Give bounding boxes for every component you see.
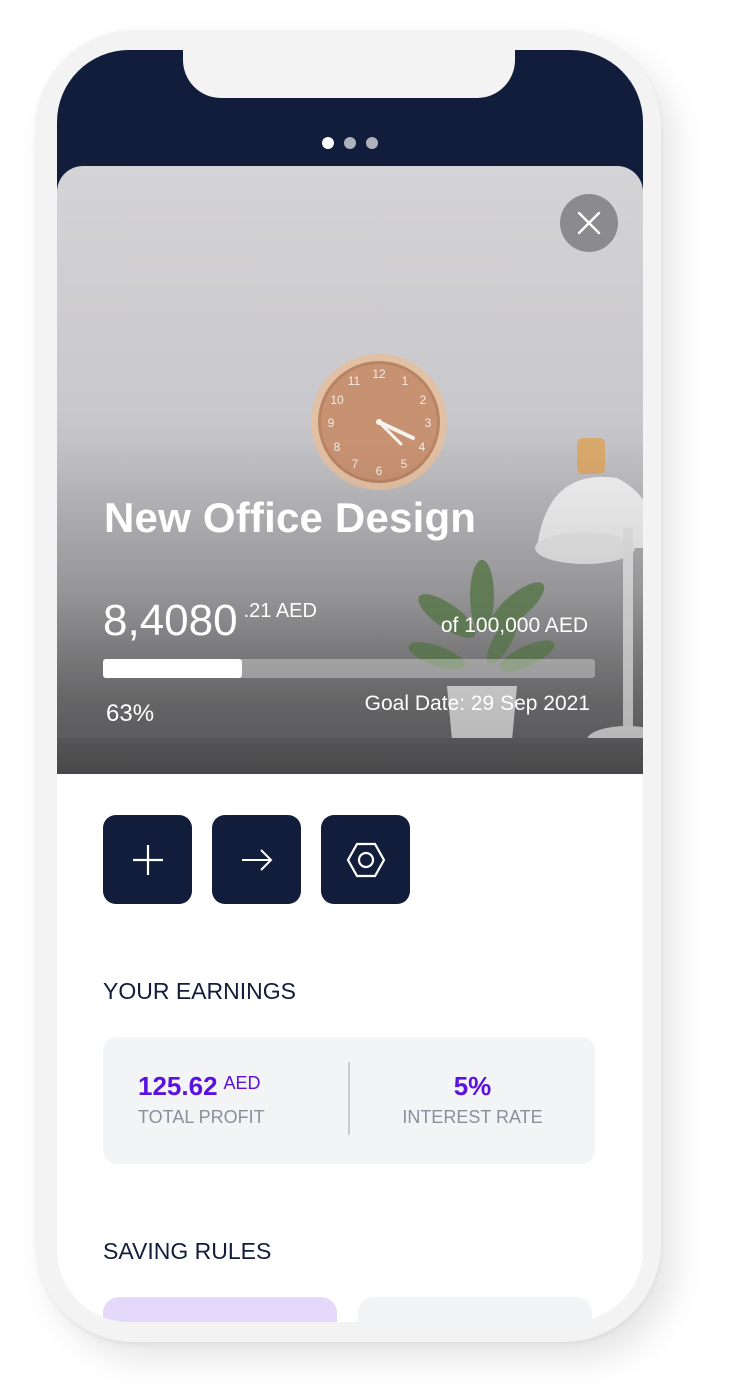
saving-rules-heading: SAVING RULES bbox=[103, 1238, 272, 1264]
goal-target: of 100,000 AED bbox=[440, 614, 588, 637]
total-profit-label: TOTAL PROFIT bbox=[138, 1107, 265, 1127]
app-screen: 1212 345 678 91011 bbox=[57, 50, 643, 1322]
page-dot-3[interactable] bbox=[366, 137, 378, 149]
settings-button[interactable] bbox=[321, 815, 410, 904]
plus-icon bbox=[132, 844, 163, 875]
goal-title: New Office Design bbox=[104, 494, 477, 541]
close-icon bbox=[577, 211, 601, 235]
page-dot-1[interactable] bbox=[322, 137, 334, 149]
saved-amount-main: 8,4080 bbox=[103, 596, 238, 645]
goal-actions bbox=[103, 815, 410, 904]
arrow-right-icon bbox=[241, 848, 272, 871]
hero-gradient-overlay bbox=[57, 166, 643, 774]
saved-amount-fraction: .21 AED bbox=[243, 600, 317, 622]
page-indicator bbox=[57, 137, 643, 151]
page-dot-2[interactable] bbox=[344, 137, 356, 149]
saving-rule-card[interactable] bbox=[358, 1297, 592, 1322]
earnings-heading: YOUR EARNINGS bbox=[103, 978, 296, 1004]
total-profit-value: 125.62 AED bbox=[138, 1071, 261, 1102]
total-profit-unit: AED bbox=[223, 1073, 261, 1093]
goal-date: Goal Date: 29 Sep 2021 bbox=[364, 692, 590, 715]
total-profit-amount: 125.62 bbox=[138, 1071, 218, 1101]
interest-rate-value: 5% bbox=[453, 1071, 492, 1101]
saved-amount: 8,4080.21 AED bbox=[103, 596, 317, 646]
device-notch bbox=[183, 50, 515, 98]
hexagon-gear-icon bbox=[346, 842, 385, 877]
close-button[interactable] bbox=[560, 194, 618, 252]
earnings-card: 125.62 AED TOTAL PROFIT 5% INTEREST RATE bbox=[103, 1037, 595, 1164]
goal-progress-fill bbox=[103, 659, 243, 678]
saving-rule-card[interactable] bbox=[103, 1297, 337, 1322]
goal-hero-card: 1212 345 678 91011 bbox=[57, 166, 643, 774]
goal-progress-bar bbox=[103, 659, 595, 678]
progress-percent: 63% bbox=[106, 700, 155, 727]
interest-rate-label: INTEREST RATE bbox=[402, 1107, 543, 1127]
add-money-button[interactable] bbox=[103, 815, 192, 904]
transfer-button[interactable] bbox=[212, 815, 301, 904]
